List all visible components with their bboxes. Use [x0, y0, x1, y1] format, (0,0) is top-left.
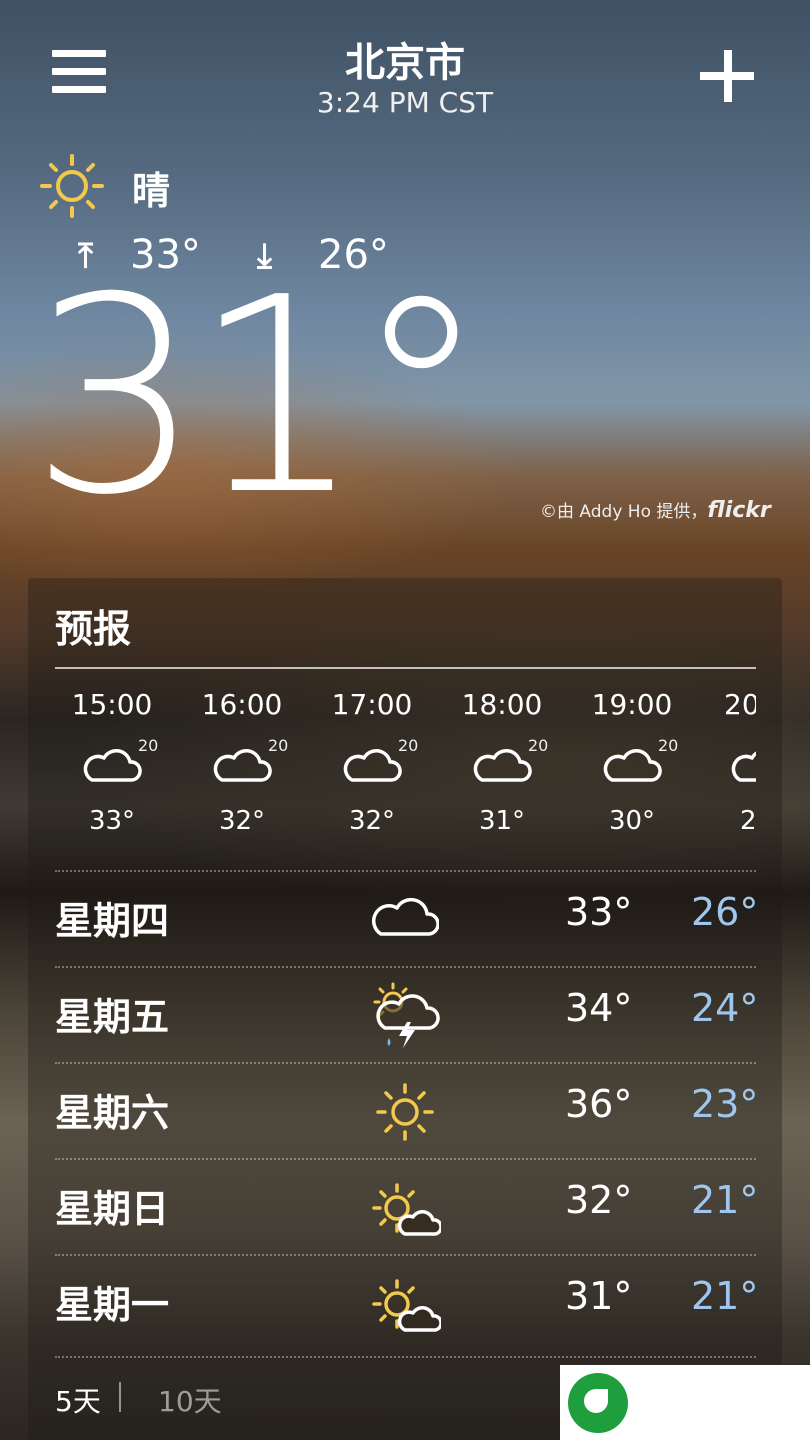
forecast-title: 预报 — [55, 607, 132, 651]
cloud-icon — [371, 884, 440, 948]
condition-text: 晴 — [132, 169, 171, 213]
day-low: 23° — [691, 1082, 759, 1126]
app-logo-badge — [560, 1365, 810, 1440]
hour-time: 18:00 — [461, 688, 543, 721]
city-name: 北京市 — [345, 40, 465, 86]
hour-time: 15:00 — [71, 688, 153, 721]
day-name: 星期一 — [55, 1283, 170, 1327]
daily-row[interactable]: 星期一 31° 21° — [55, 1254, 759, 1350]
hour-temp: 2 — [740, 806, 756, 836]
day-low: 21° — [691, 1274, 759, 1318]
photo-credit-text: ©由 Addy Ho 提供， — [540, 502, 708, 522]
cloud-icon — [342, 746, 402, 790]
thunderstorm-icon — [371, 980, 441, 1056]
day-name: 星期四 — [55, 899, 170, 943]
sun-icon — [38, 152, 106, 224]
daily-row[interactable]: 星期五 34° 24° — [55, 966, 759, 1062]
day-high: 33° — [565, 890, 633, 934]
hour-time: 19:00 — [591, 688, 673, 721]
add-location-icon[interactable] — [700, 50, 756, 106]
daily-row[interactable]: 星期四 33° 26° — [55, 870, 759, 966]
tab-5-day[interactable]: 5天 — [55, 1380, 101, 1420]
day-name: 星期六 — [55, 1091, 170, 1135]
partly-cloudy-icon — [371, 1278, 443, 1342]
day-name: 星期日 — [55, 1187, 170, 1231]
partly-cloudy-icon — [371, 1182, 443, 1246]
hour-time: 20 — [724, 688, 756, 721]
cloud-icon — [730, 746, 756, 790]
hour-temp: 32° — [218, 806, 266, 836]
day-high: 31° — [565, 1274, 633, 1318]
hour-temp: 33° — [88, 806, 136, 836]
day-name: 星期五 — [55, 995, 170, 1039]
cloud-icon — [602, 746, 662, 790]
tab-10-day[interactable]: 10天 — [158, 1380, 222, 1420]
day-low: 26° — [691, 890, 759, 934]
tab-separator — [119, 1382, 121, 1412]
hourly-item-partial: 20 2 — [700, 688, 756, 858]
current-temperature: 31° — [30, 239, 489, 554]
green-logo-icon — [568, 1373, 628, 1433]
row-separator — [55, 1356, 756, 1358]
cloud-icon — [472, 746, 532, 790]
hour-temp: 32° — [348, 806, 396, 836]
hour-temp: 30° — [608, 806, 656, 836]
day-low: 21° — [691, 1178, 759, 1222]
hour-temp: 31° — [478, 806, 526, 836]
day-high: 34° — [565, 986, 633, 1030]
forecast-divider — [55, 667, 756, 669]
day-high: 36° — [565, 1082, 633, 1126]
photo-credit[interactable]: ©由 Addy Ho 提供，flickr — [540, 497, 771, 523]
hour-time: 17:00 — [331, 688, 413, 721]
day-low: 24° — [691, 986, 759, 1030]
hour-time: 16:00 — [201, 688, 283, 721]
cloud-icon — [212, 746, 272, 790]
daily-row[interactable]: 星期六 36° 23° — [55, 1062, 759, 1158]
day-high: 32° — [565, 1178, 633, 1222]
daily-row[interactable]: 星期日 32° 21° — [55, 1158, 759, 1254]
flickr-logo: flickr — [707, 498, 771, 523]
local-time: 3:24 PM CST — [316, 86, 494, 119]
sun-icon — [375, 1082, 435, 1146]
cloud-icon — [82, 746, 142, 790]
